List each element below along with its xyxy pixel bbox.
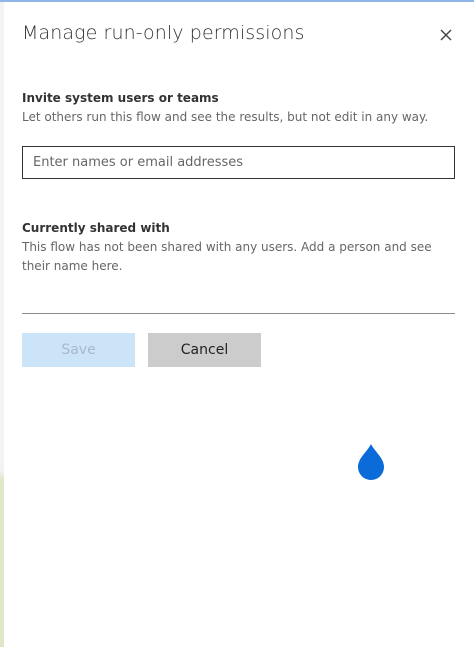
location-pin-icon [358,444,384,480]
dialog-title: Manage run-only permissions [22,22,305,44]
invite-search-input[interactable] [22,146,455,179]
close-button[interactable] [434,23,458,47]
invite-heading: Invite system users or teams [22,91,219,105]
save-button[interactable]: Save [22,333,135,367]
section-divider [22,313,455,314]
permissions-panel: Manage run-only permissions Invite syste… [4,2,474,647]
cursor-pointer [354,442,388,482]
cancel-button[interactable]: Cancel [148,333,261,367]
shared-description: This flow has not been shared with any u… [22,240,432,273]
close-icon [440,29,452,41]
shared-heading: Currently shared with [22,221,170,235]
invite-description: Let others run this flow and see the res… [22,110,429,124]
